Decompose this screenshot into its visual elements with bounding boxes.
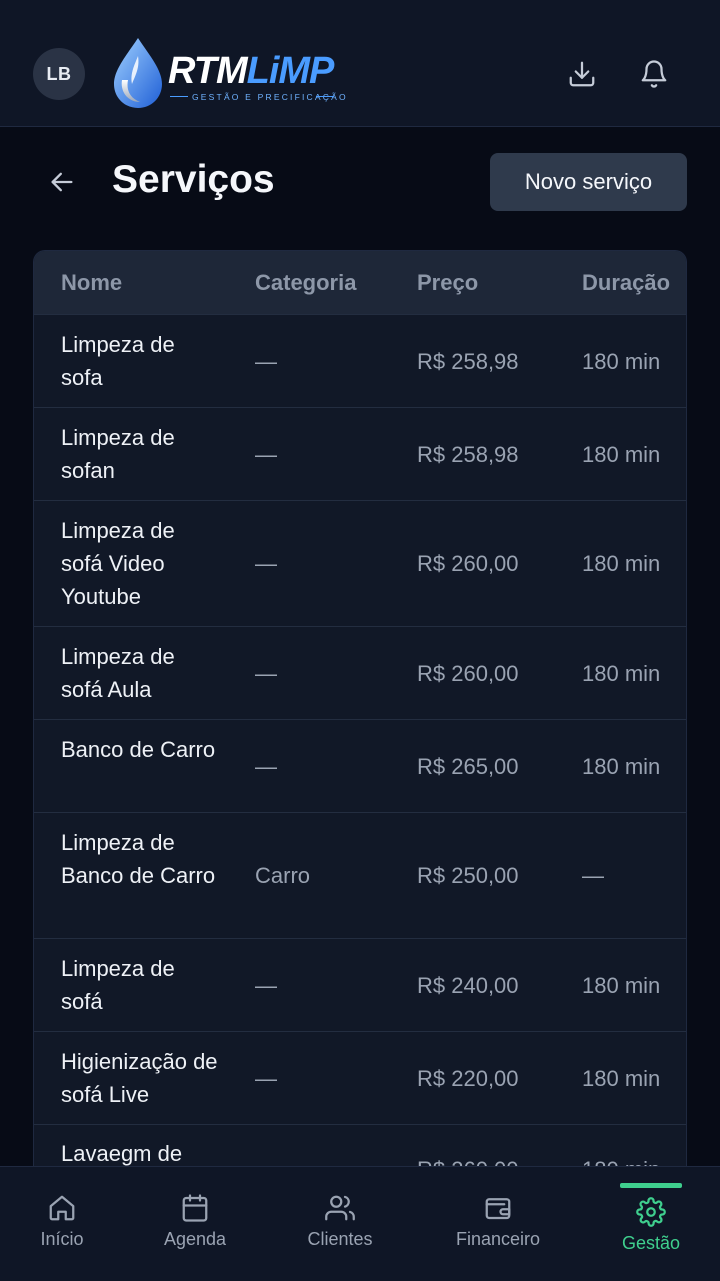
services-table: Nome Categoria Preço Duração Limpeza de … (33, 250, 687, 1166)
service-name: Limpeza de sofan (61, 425, 175, 483)
service-price: R$ 250,00 (417, 863, 519, 888)
service-price: R$ 240,00 (417, 972, 519, 998)
table-body: Limpeza de sofa — R$ 258,98 180 min Limpeza … (34, 314, 686, 1166)
app-logo: RTMLiMP GESTÃO E PRECIFICAÇÃO (108, 34, 348, 114)
service-duration: 180 min (582, 1065, 661, 1091)
avatar[interactable]: LB (33, 48, 85, 100)
page-header: Serviços Novo serviço (0, 150, 720, 214)
new-service-button[interactable]: Novo serviço (490, 153, 687, 211)
nav-item-gestao[interactable]: Gestão (606, 1167, 696, 1281)
service-name: Limpeza de Banco de Carro (61, 830, 216, 888)
top-bar: LB RTMLiMP GESTÃO E PRECIFICAÇÃO (0, 0, 720, 127)
table-row[interactable]: Limpeza de sofan — R$ 258,98 180 min (34, 407, 686, 500)
service-category: Carro (255, 863, 311, 888)
gear-icon (636, 1197, 666, 1227)
table-row[interactable]: Higienização de sofá Live — R$ 220,00 180 m… (34, 1031, 686, 1124)
nav-item-clientes[interactable]: Clientes (290, 1167, 390, 1281)
notifications-button[interactable] (632, 52, 676, 96)
table-row[interactable]: Limpeza de sofá Video Youtube — R$ 260,00 1… (34, 500, 686, 626)
service-category: — (255, 972, 277, 998)
logo-tagline: GESTÃO E PRECIFICAÇÃO (192, 92, 348, 102)
column-header-category[interactable]: Categoria (255, 270, 356, 296)
service-price: R$ 260,00 (417, 1153, 519, 1166)
service-category: — (255, 551, 277, 576)
active-tab-indicator (620, 1183, 682, 1188)
service-name: Limpeza de sofá (61, 956, 175, 1014)
nav-label-clientes: Clientes (307, 1229, 373, 1249)
wallet-icon (485, 1198, 511, 1220)
service-duration: 180 min (582, 551, 661, 576)
service-duration: 180 min (582, 348, 661, 374)
table-row[interactable]: Limpeza de sofá Aula — R$ 260,00 180 min (34, 626, 686, 719)
page-title: Serviços (112, 158, 275, 201)
service-name: Limpeza de sofá Aula (61, 644, 175, 702)
service-category: — (255, 753, 277, 779)
service-duration: 180 min (582, 1153, 660, 1166)
logo-rule-right (316, 96, 334, 97)
logo-rule-left (170, 96, 188, 97)
nav-item-agenda[interactable]: Agenda (150, 1167, 240, 1281)
service-price: R$ 258,98 (417, 348, 519, 374)
service-category: — (255, 1065, 277, 1091)
service-price: R$ 260,00 (417, 660, 519, 686)
download-button[interactable] (560, 52, 604, 96)
arrow-left-icon (51, 172, 73, 192)
nav-label-financeiro: Financeiro (455, 1229, 541, 1249)
logo-wordmark: RTMLiMP (168, 50, 334, 92)
service-name: Banco de Carro (61, 737, 216, 762)
service-name: Higienização de sofá Live (61, 1049, 218, 1107)
column-header-name[interactable]: Nome (61, 270, 122, 296)
column-header-duration[interactable]: Duração (582, 270, 670, 296)
service-duration: 180 min (582, 972, 661, 998)
service-category: — (255, 441, 277, 467)
service-category: — (255, 348, 277, 374)
service-duration: 180 min (582, 441, 661, 467)
service-duration: 180 min (582, 660, 661, 686)
bottom-navigation: Início Agenda Clientes Financeiro Gestão (0, 1166, 720, 1281)
table-header: Nome Categoria Preço Duração (34, 251, 686, 314)
back-button[interactable] (40, 160, 84, 204)
nav-label-inicio: Início (40, 1229, 84, 1249)
table-row[interactable]: Limpeza de Banco de Carro Carro R$ 250,00 — (34, 812, 686, 938)
service-price: R$ 265,00 (417, 753, 519, 779)
service-name: Limpeza de sofa (61, 332, 175, 390)
nav-item-financeiro[interactable]: Financeiro (443, 1167, 553, 1281)
column-header-price[interactable]: Preço (417, 270, 478, 296)
home-icon (49, 1195, 75, 1221)
logo-drop-icon (114, 38, 162, 108)
service-price: R$ 258,98 (417, 441, 519, 467)
table-row[interactable]: Banco de Carro — R$ 265,00 180 min (34, 719, 686, 812)
download-icon (569, 61, 595, 87)
nav-label-gestao: Gestão (621, 1233, 681, 1253)
table-row[interactable]: Limpeza de sofá — R$ 240,00 180 min (34, 938, 686, 1031)
users-icon (325, 1195, 355, 1221)
service-name: Lavaegm de (61, 1141, 183, 1166)
service-name: Limpeza de sofá Video Youtube (61, 518, 175, 609)
nav-label-agenda: Agenda (163, 1229, 227, 1249)
service-price: R$ 260,00 (417, 551, 519, 576)
calendar-icon (182, 1194, 208, 1222)
bell-icon (641, 60, 667, 88)
service-category: — (255, 660, 277, 686)
service-price: R$ 220,00 (417, 1065, 519, 1091)
service-duration: 180 min (582, 753, 661, 779)
table-row[interactable]: Lavaegm de R$ 260,00 180 min (34, 1124, 686, 1166)
table-row[interactable]: Limpeza de sofa — R$ 258,98 180 min (34, 314, 686, 407)
nav-item-inicio[interactable]: Início (22, 1167, 102, 1281)
service-duration: — (582, 863, 604, 888)
